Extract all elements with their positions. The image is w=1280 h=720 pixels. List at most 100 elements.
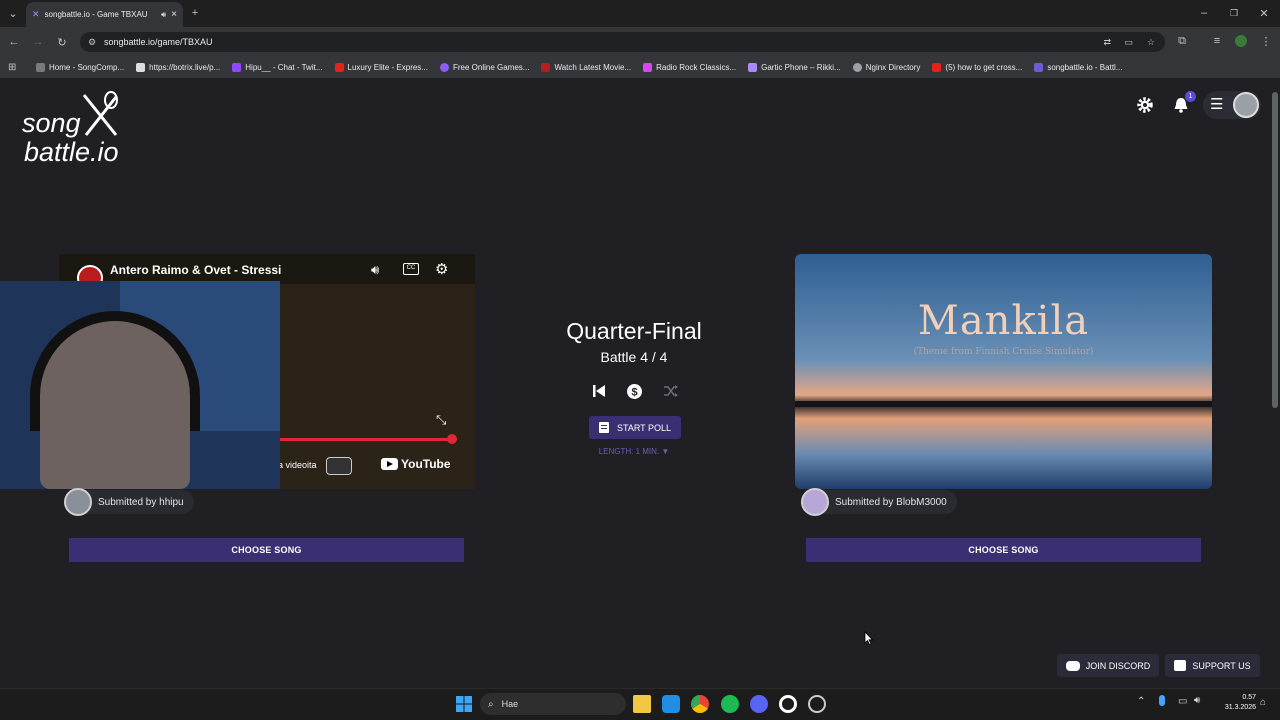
bookmark-item[interactable]: Watch Latest Movie... (541, 63, 631, 72)
discord-taskbar-icon[interactable] (750, 695, 768, 713)
support-us-label: SUPPORT US (1192, 660, 1251, 671)
microphone-x-logo-icon (82, 91, 118, 136)
progress-scrubber-handle[interactable] (447, 434, 457, 444)
translate-icon[interactable]: ⇄ (1103, 37, 1111, 48)
join-discord-button[interactable]: JOIN DISCORD (1057, 654, 1159, 677)
restore-icon[interactable]: ❐ (1226, 5, 1242, 21)
minimize-icon[interactable]: – (1196, 5, 1212, 21)
fullscreen-icon[interactable]: ⤡ (436, 412, 446, 428)
video-title[interactable]: Antero Raimo & Ovet - Stressi (110, 263, 281, 277)
search-placeholder: Hae (501, 699, 519, 709)
apps-icon[interactable]: ⊞ (8, 62, 16, 73)
tab-close-icon[interactable]: × (171, 9, 177, 20)
file-explorer-icon[interactable] (633, 695, 651, 713)
bookmark-item[interactable]: Luxury Elite - Expres... (334, 63, 428, 72)
bookmark-item[interactable]: songbattle.io - Battl... (1034, 63, 1122, 72)
bookmark-item[interactable]: (5) how to get cross... (932, 63, 1022, 72)
thumbnail-subtitle: (Theme from Finnish Cruise Simulator) (913, 347, 1094, 357)
bookmark-item[interactable]: Home - SongComp... (36, 63, 124, 72)
microphone-icon[interactable] (1159, 695, 1165, 706)
tab-search-icon[interactable]: ⌄ (5, 5, 21, 21)
choose-song-left-button[interactable]: CHOOSE SONG (69, 538, 464, 562)
bookmark-star-icon[interactable]: ☆ (1147, 37, 1155, 48)
captions-icon[interactable]: CC (403, 263, 419, 275)
window-close-icon[interactable]: ✕ (1256, 5, 1272, 21)
bookmark-item[interactable]: Gartic Phone – Rikki... (748, 63, 841, 72)
new-tab-icon[interactable]: + (187, 5, 203, 21)
user-menu-button[interactable]: ☰ (1203, 91, 1261, 119)
site-info-icon[interactable]: ⚙ (88, 37, 96, 48)
bookmark-item[interactable]: Radio Rock Classics... (643, 63, 736, 72)
submitted-by-text: Submitted by hhipu (98, 496, 184, 508)
windows-start-icon[interactable] (455, 695, 473, 713)
start-poll-button[interactable]: START POLL (589, 416, 681, 439)
browser-tab-bar: ⌄ ✕ songbattle.io - Game TBXAU 🔊︎ × + – … (0, 0, 1280, 27)
volume-icon[interactable]: 🔊︎ (371, 262, 379, 278)
thumbnail-title: Mankila (917, 298, 1090, 344)
join-discord-label: JOIN DISCORD (1085, 660, 1151, 671)
youtube-label: YouTube (401, 457, 451, 471)
bookmark-item[interactable]: Nginx Directory (852, 63, 920, 72)
support-us-button[interactable]: SUPPORT US (1165, 654, 1260, 677)
battle-counter: Battle 4 / 4 (600, 349, 668, 365)
url-text: songbattle.io/game/TBXAU (104, 37, 213, 47)
clock-time: 0.57 (1242, 694, 1256, 701)
bookmark-favicon-icon (748, 63, 758, 72)
search-icon: ⌕ (488, 698, 494, 710)
youtube-logo[interactable]: YouTube (381, 457, 451, 471)
taskbar-search-box[interactable]: ⌕ Hae (480, 693, 626, 715)
profile-icon[interactable] (1233, 33, 1249, 49)
video-settings-gear-icon[interactable]: ⚙ (435, 260, 448, 278)
mouse-cursor-icon (864, 631, 874, 645)
bookmark-favicon-icon (136, 63, 146, 72)
song-thumbnail[interactable]: Mankila (Theme from Finnish Cruise Simul… (795, 254, 1212, 489)
watch-on-youtube-icon[interactable] (326, 457, 352, 475)
show-hidden-icons[interactable]: ⌃ (1137, 696, 1145, 707)
webcam-overlay (0, 281, 280, 489)
coin-dollar-icon[interactable]: $ (626, 383, 643, 400)
submitted-by-left: Submitted by hhipu (64, 488, 194, 516)
chrome-icon[interactable] (691, 695, 709, 713)
video-progress-bar[interactable] (280, 438, 452, 441)
audio-playing-icon[interactable]: 🔊︎ (161, 10, 166, 20)
address-bar[interactable]: ⚙ songbattle.io/game/TBXAU ⇄ ▭ ☆ (80, 32, 1165, 52)
volume-tray-icon[interactable]: 🔊︎ (1194, 695, 1200, 706)
choose-song-right-button[interactable]: CHOOSE SONG (806, 538, 1201, 562)
start-poll-label: START POLL (616, 422, 672, 433)
bookmark-item[interactable]: Free Online Games... (439, 63, 529, 72)
extensions-icon[interactable]: ⧉ (1174, 33, 1190, 49)
reload-icon[interactable]: ↻ (54, 34, 70, 50)
submitted-by-text: Submitted by BlobM3000 (835, 496, 947, 508)
bookmark-item[interactable]: Hipu__ - Chat - Twit... (232, 63, 323, 72)
youtube-play-icon (381, 458, 398, 470)
app-icon[interactable] (808, 695, 826, 713)
sunset-lake-image (795, 254, 1212, 489)
youtube-icon (932, 63, 942, 72)
shuffle-icon[interactable] (663, 384, 679, 398)
chrome-menu-icon[interactable]: ⋮ (1258, 33, 1274, 49)
twitch-icon (232, 63, 242, 72)
reading-list-icon[interactable]: ≡ (1209, 33, 1225, 49)
obs-icon[interactable] (779, 695, 797, 713)
bookmark-item[interactable]: https://botrix.live/p... (136, 63, 220, 72)
cast-icon[interactable]: ▭ (1124, 37, 1133, 48)
back-icon[interactable]: ← (6, 34, 22, 50)
video-overlay-text: a videoita (278, 460, 317, 470)
svg-text:$: $ (631, 386, 637, 398)
scrollbar-thumb[interactable] (1272, 92, 1278, 408)
taskbar-clock[interactable]: 0.57 31.3.2026 (1212, 693, 1256, 713)
logo-line-1: song (22, 108, 81, 138)
poll-length-select[interactable]: LENGTH: 1 MIN. ▼ (574, 447, 694, 456)
poll-list-icon (598, 422, 609, 433)
settings-gear-icon[interactable] (1136, 96, 1154, 114)
bookmark-favicon-icon (439, 63, 449, 72)
forward-icon[interactable]: → (30, 34, 46, 50)
previous-icon[interactable] (592, 384, 606, 398)
clock-date: 31.3.2026 (1224, 704, 1256, 711)
network-icon[interactable]: ▭ (1178, 696, 1187, 707)
notification-center-icon[interactable]: ⌂ (1260, 697, 1266, 708)
spotify-icon[interactable] (721, 695, 739, 713)
browser-tab[interactable]: ✕ songbattle.io - Game TBXAU 🔊︎ × (26, 2, 183, 27)
edge-icon[interactable] (662, 695, 680, 713)
bookmark-favicon-icon (541, 63, 551, 72)
